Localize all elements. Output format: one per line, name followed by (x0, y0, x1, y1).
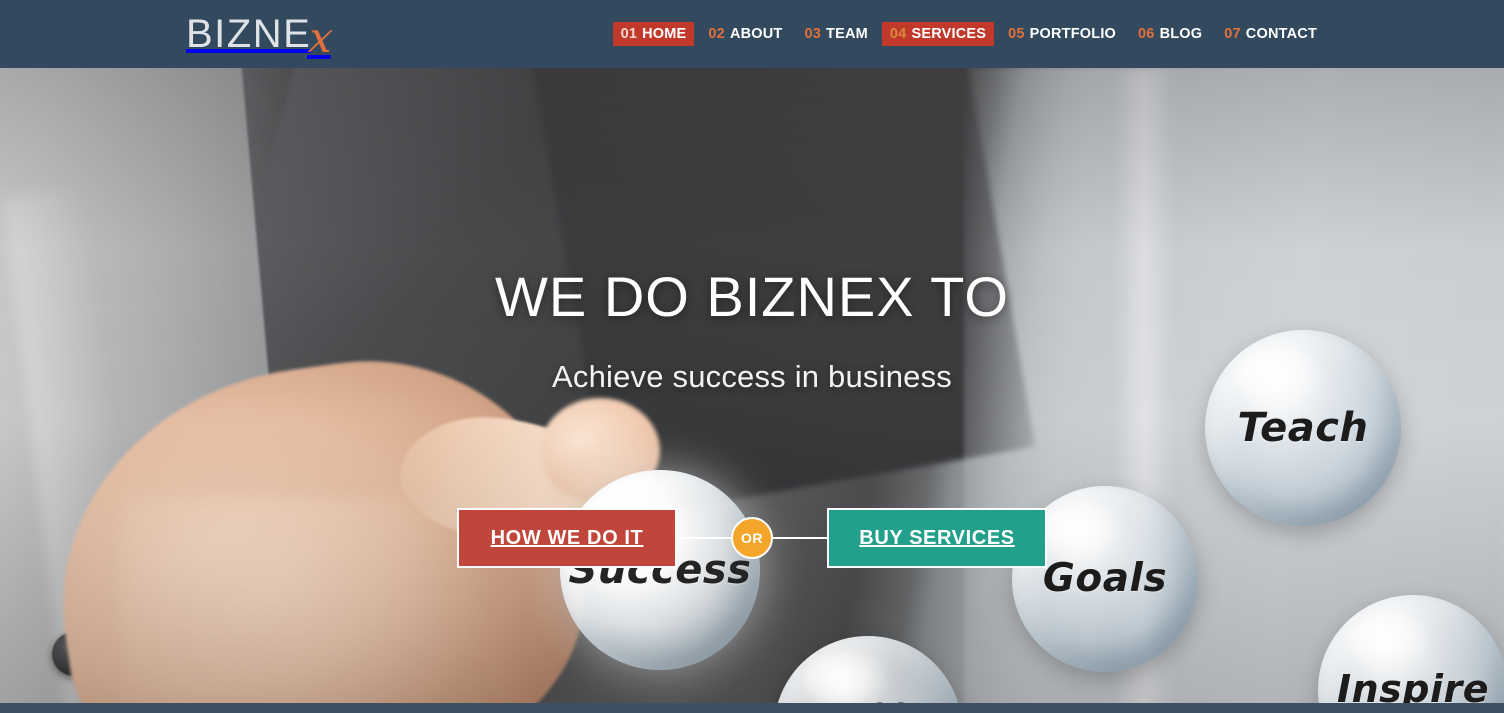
main-navigation[interactable]: 01 HOME 02 ABOUT 03 TEAM 04 SERVICES 05 (610, 0, 1328, 68)
hero-section: Success Lead by Example Goals Teach Insp… (0, 68, 1504, 713)
nav-item-team[interactable]: 03 TEAM (797, 22, 876, 47)
nav-item-home[interactable]: 01 HOME (612, 21, 695, 47)
site-logo[interactable]: BIZNE x (186, 6, 336, 62)
hero-title: WE DO BIZNEX TO (495, 265, 1009, 328)
nav-label: SERVICES (911, 25, 987, 42)
buy-services-button[interactable]: BUY SERVICES (827, 508, 1047, 568)
nav-label: BLOG (1159, 25, 1203, 42)
nav-label: ABOUT (729, 25, 783, 42)
header-inner: BIZNE x 01 HOME 02 ABOUT 03 TEAM 04 SERVI… (0, 0, 1504, 68)
nav-item-portfolio[interactable]: 05 PORTFOLIO (1000, 22, 1124, 47)
logo-accent-x: x (306, 13, 336, 62)
nav-label: HOME (642, 25, 687, 42)
nav-item-contact[interactable]: 07 CONTACT (1216, 22, 1325, 47)
logo-text: BIZNE (186, 12, 312, 56)
nav-label: PORTFOLIO (1029, 25, 1117, 42)
nav-label: CONTACT (1245, 25, 1317, 42)
nav-item-blog[interactable]: 06 BLOG (1130, 22, 1210, 47)
nav-item-services[interactable]: 04 SERVICES (881, 21, 995, 47)
hero-cta-row: HOW WE DO IT OR BUY SERVICES (0, 508, 1504, 568)
hero-subtitle: Achieve success in business (552, 359, 952, 394)
site-header: BIZNE x 01 HOME 02 ABOUT 03 TEAM 04 SERVI… (0, 0, 1504, 68)
nav-number: 01 (620, 25, 638, 42)
nav-number: 07 (1224, 25, 1241, 42)
bottom-strip (0, 703, 1504, 713)
nav-item-about[interactable]: 02 ABOUT (700, 22, 790, 47)
nav-label: TEAM (826, 25, 868, 42)
nav-number: 04 (889, 25, 907, 42)
page-root: BIZNE x 01 HOME 02 ABOUT 03 TEAM 04 SERVI… (0, 0, 1504, 713)
cta-connector: OR (677, 508, 827, 568)
hero-content: WE DO BIZNEX TO Achieve success in busin… (0, 68, 1504, 713)
nav-number: 02 (708, 25, 725, 42)
or-badge: OR (731, 517, 773, 559)
nav-number: 06 (1138, 25, 1155, 42)
nav-number: 05 (1008, 25, 1025, 42)
how-we-do-it-button[interactable]: HOW WE DO IT (457, 508, 677, 568)
nav-number: 03 (804, 25, 822, 42)
